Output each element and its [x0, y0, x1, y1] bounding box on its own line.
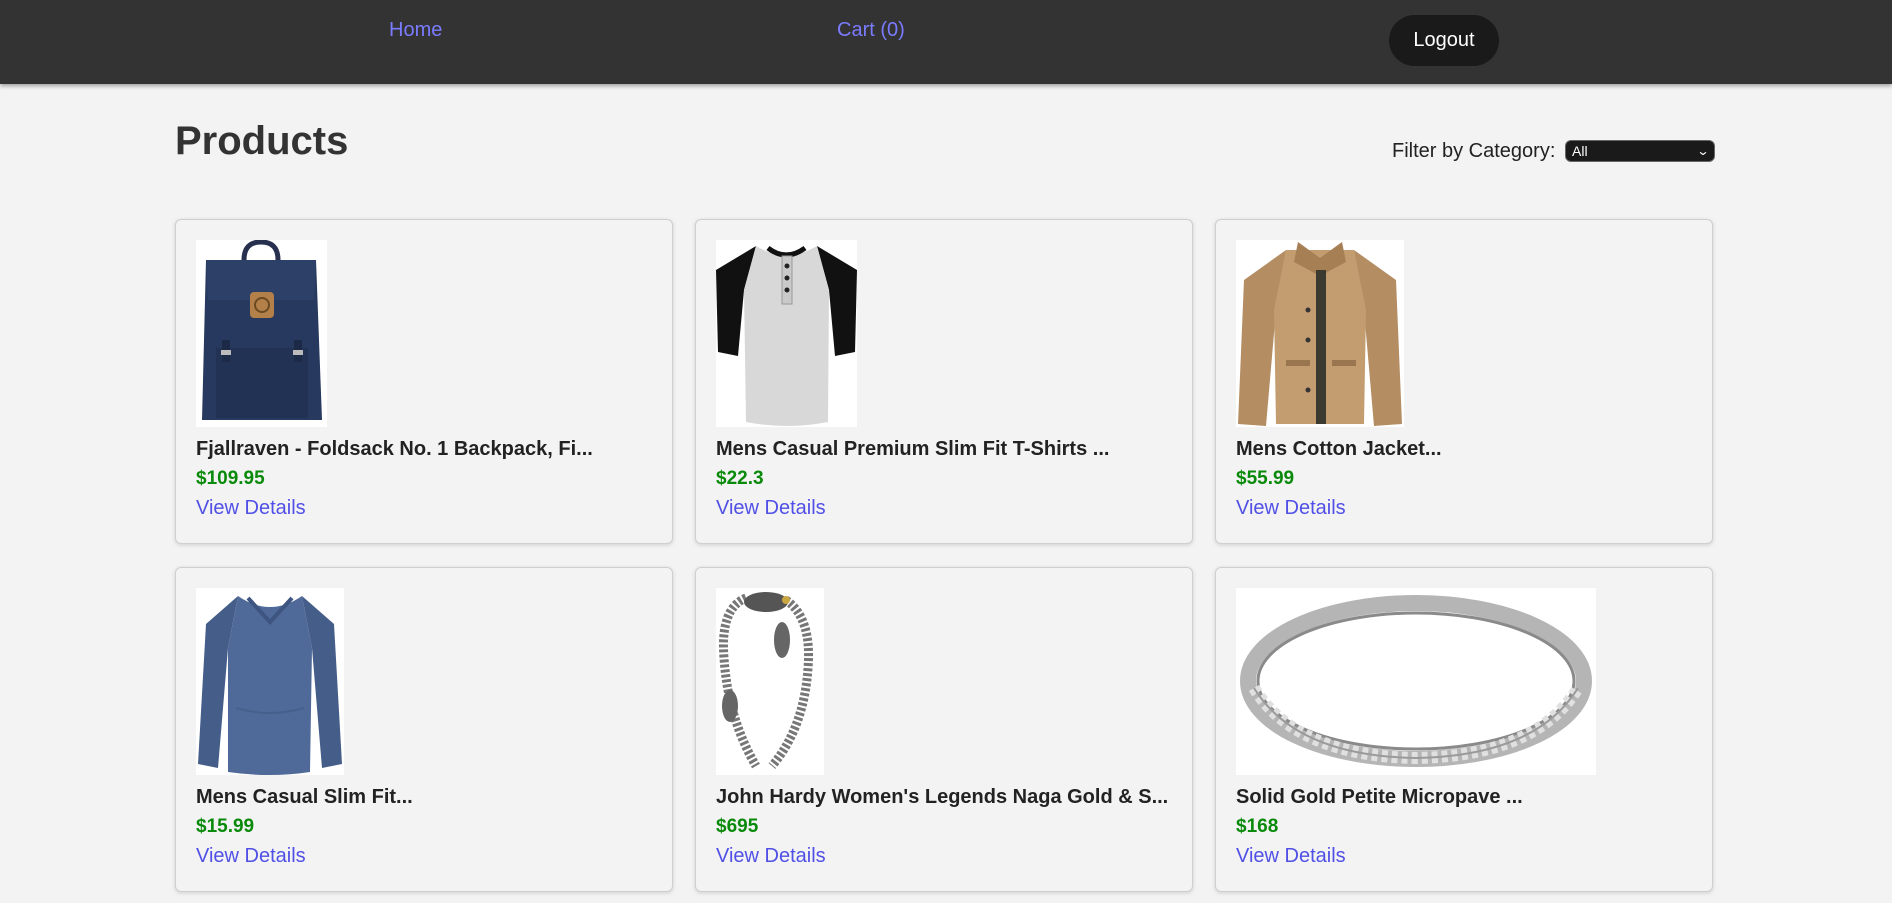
product-image-bracelet[interactable] [716, 588, 824, 775]
product-price: $109.95 [196, 468, 265, 489]
product-price: $168 [1236, 816, 1279, 837]
category-filter-value: All [1572, 143, 1588, 159]
category-filter-select[interactable]: All ⌄ [1565, 140, 1715, 162]
longsleeve-icon [196, 588, 344, 775]
page-title: Products [175, 119, 349, 163]
product-name: John Hardy Women's Legends Naga Gold & S… [716, 786, 1169, 808]
product-image-longsleeve[interactable] [196, 588, 344, 775]
product-name: Mens Casual Premium Slim Fit T-Shirts ..… [716, 438, 1110, 460]
nav-home-link[interactable]: Home [389, 19, 442, 42]
product-price: $55.99 [1236, 468, 1295, 489]
product-image-ring[interactable] [1236, 588, 1596, 775]
product-card: Fjallraven - Foldsack No. 1 Backpack, Fi… [175, 219, 673, 544]
product-price: $15.99 [196, 816, 255, 837]
product-card: Mens Cotton Jacket... $55.99 View Detail… [1215, 219, 1713, 544]
chevron-down-icon: ⌄ [1696, 144, 1710, 158]
bracelet-icon [716, 588, 824, 775]
product-name: Mens Cotton Jacket... [1236, 438, 1442, 460]
product-card: Solid Gold Petite Micropave ... $168 Vie… [1215, 567, 1713, 892]
jacket-icon [1236, 240, 1404, 427]
view-details-link[interactable]: View Details [716, 845, 826, 868]
view-details-link[interactable]: View Details [196, 497, 306, 520]
nav-cart-link[interactable]: Cart (0) [837, 19, 905, 42]
navbar: Home Cart (0) Logout [0, 0, 1892, 84]
product-image-tshirt[interactable] [716, 240, 857, 427]
product-price: $695 [716, 816, 759, 837]
product-image-backpack[interactable] [196, 240, 327, 427]
filter-label: Filter by Category: [1392, 140, 1556, 162]
view-details-link[interactable]: View Details [1236, 845, 1346, 868]
logout-button[interactable]: Logout [1389, 15, 1499, 66]
product-card: Mens Casual Premium Slim Fit T-Shirts ..… [695, 219, 1193, 544]
product-name: Solid Gold Petite Micropave ... [1236, 786, 1523, 808]
product-price: $22.3 [716, 468, 764, 489]
product-image-jacket[interactable] [1236, 240, 1404, 427]
product-card: John Hardy Women's Legends Naga Gold & S… [695, 567, 1193, 892]
product-name: Fjallraven - Foldsack No. 1 Backpack, Fi… [196, 438, 593, 460]
view-details-link[interactable]: View Details [716, 497, 826, 520]
backpack-icon [196, 240, 327, 427]
ring-icon [1236, 588, 1596, 775]
product-card: Mens Casual Slim Fit... $15.99 View Deta… [175, 567, 673, 892]
product-name: Mens Casual Slim Fit... [196, 786, 413, 808]
view-details-link[interactable]: View Details [1236, 497, 1346, 520]
tshirt-icon [716, 240, 857, 427]
view-details-link[interactable]: View Details [196, 845, 306, 868]
